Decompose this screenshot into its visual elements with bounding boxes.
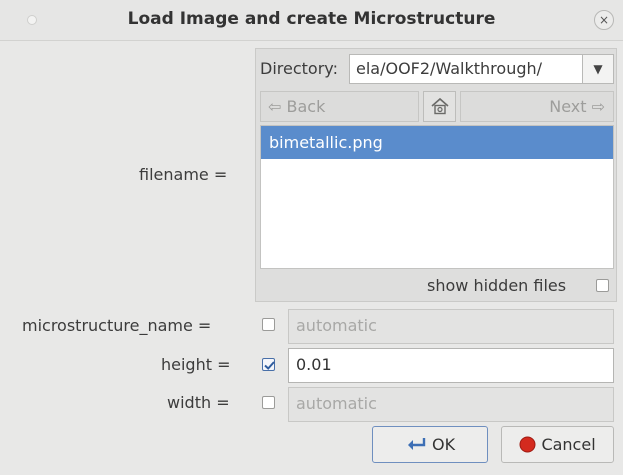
arrow-left-icon: ⇦ <box>268 97 282 116</box>
height-field[interactable]: 0.01 <box>288 348 614 383</box>
ok-label: OK <box>432 435 456 454</box>
width-checkbox[interactable] <box>262 396 275 409</box>
close-icon[interactable]: × <box>594 10 614 30</box>
cancel-icon <box>519 436 536 453</box>
directory-label: Directory: <box>260 59 338 78</box>
checkmark-icon <box>264 361 275 370</box>
show-hidden-files-checkbox[interactable] <box>596 279 609 292</box>
chevron-down-icon: ▼ <box>593 62 603 76</box>
directory-value: ela/OOF2/Walkthrough/ <box>356 59 543 78</box>
directory-field[interactable]: ela/OOF2/Walkthrough/ <box>349 54 582 84</box>
title-bar: Load Image and create Microstructure × <box>0 0 623 41</box>
show-hidden-files-label: show hidden files <box>427 276 567 295</box>
width-label: width = <box>167 393 230 412</box>
back-button[interactable]: ⇦ Back <box>260 91 419 122</box>
cancel-button[interactable]: Cancel <box>501 426 614 463</box>
filename-label: filename = <box>139 165 228 184</box>
next-label: Next <box>549 97 587 116</box>
home-icon <box>430 97 449 115</box>
list-item[interactable]: bimetallic.png <box>261 126 613 159</box>
next-button[interactable]: Next ⇨ <box>460 91 614 122</box>
cancel-label: Cancel <box>541 435 596 454</box>
height-label: height = <box>161 355 231 374</box>
apply-arrow-icon <box>407 438 426 450</box>
width-field[interactable]: automatic <box>288 387 614 422</box>
ok-button[interactable]: OK <box>372 426 488 463</box>
height-checkbox[interactable] <box>262 358 275 371</box>
dialog-title: Load Image and create Microstructure <box>127 9 496 29</box>
microstructure-name-label: microstructure_name = <box>22 316 212 335</box>
arrow-right-icon: ⇨ <box>591 97 605 116</box>
back-label: Back <box>286 97 326 116</box>
file-list[interactable]: bimetallic.png <box>260 125 614 269</box>
microstructure-name-checkbox[interactable] <box>262 318 275 331</box>
directory-dropdown-button[interactable]: ▼ <box>582 54 614 84</box>
home-button[interactable] <box>423 91 456 122</box>
microstructure-name-field[interactable]: automatic <box>288 309 614 344</box>
